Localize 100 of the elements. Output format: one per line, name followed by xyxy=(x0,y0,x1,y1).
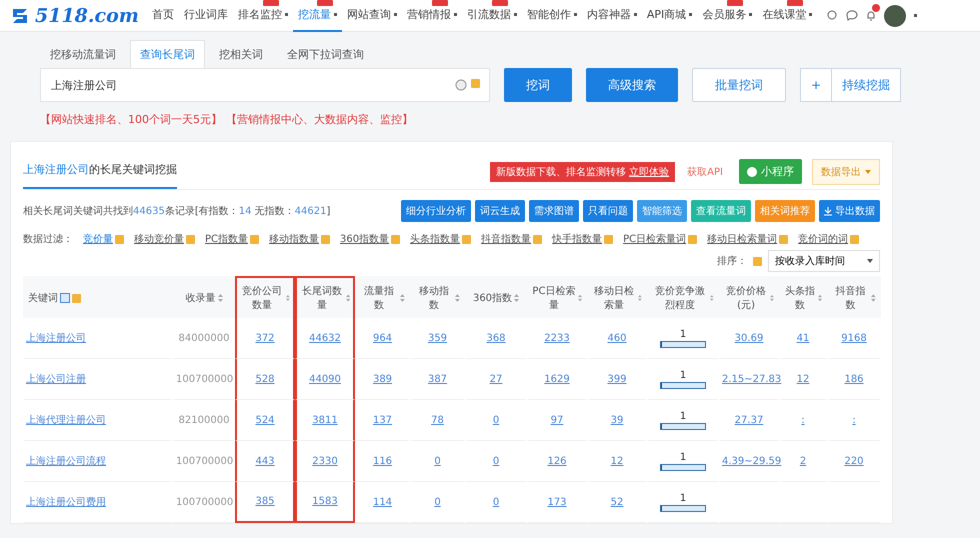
filter-link[interactable]: 竞价量 xyxy=(83,232,124,246)
continue-mining-button[interactable]: 持续挖掘 xyxy=(831,69,900,101)
value-link[interactable]: 186 xyxy=(844,374,864,384)
value-link[interactable]: 78 xyxy=(431,414,444,426)
filter-link[interactable]: 360指数量 xyxy=(340,232,400,246)
filter-link[interactable]: 头条指数量 xyxy=(410,232,472,246)
value-link[interactable]: 220 xyxy=(844,456,864,466)
value-link[interactable]: 0 xyxy=(492,496,500,508)
sort-icon[interactable] xyxy=(638,294,642,302)
value-link[interactable]: 372 xyxy=(255,332,275,344)
value-link[interactable]: 460 xyxy=(607,332,627,344)
value-link[interactable]: 4.39~29.59 xyxy=(722,456,782,466)
sort-icon[interactable] xyxy=(346,294,350,302)
value-link[interactable]: 0 xyxy=(492,456,500,466)
value-link[interactable]: 97 xyxy=(550,414,564,426)
value-link[interactable]: 1583 xyxy=(312,496,338,507)
bell-icon[interactable] xyxy=(866,10,876,21)
search-tab[interactable]: 查询长尾词 xyxy=(130,40,205,68)
filter-link[interactable]: 移动日检索量词 xyxy=(707,232,788,246)
value-link[interactable]: 12 xyxy=(610,456,624,466)
nav-item[interactable]: 智能创作 xyxy=(522,0,582,32)
nav-item[interactable]: 网站查询 xyxy=(342,0,402,32)
action-button[interactable]: 细分行业分析 xyxy=(401,200,471,222)
column-header[interactable]: 收录量 xyxy=(186,291,216,305)
sort-icon[interactable] xyxy=(286,294,290,302)
nav-item[interactable]: 在线课堂 xyxy=(757,0,818,32)
value-link[interactable]: 52 xyxy=(610,496,624,508)
keyword-link[interactable]: 上海公司注册 xyxy=(26,372,86,386)
sort-icon[interactable] xyxy=(514,294,520,302)
action-button[interactable]: 智能筛选 xyxy=(637,200,687,222)
sort-icon[interactable] xyxy=(770,294,774,302)
filter-link[interactable]: 移动指数量 xyxy=(269,232,330,246)
value-link[interactable]: 2.15~27.83 xyxy=(722,374,782,384)
value-link[interactable]: 39 xyxy=(610,414,624,426)
sort-icon[interactable] xyxy=(871,294,876,302)
value-link[interactable]: 2233 xyxy=(544,332,570,344)
nav-item[interactable]: API商城 xyxy=(642,0,698,32)
api-link[interactable]: 获取API xyxy=(687,164,723,178)
copy-icon[interactable] xyxy=(60,293,70,303)
nav-item[interactable]: 首页 xyxy=(146,0,179,32)
action-button[interactable]: 导出数据 xyxy=(819,200,880,222)
value-link[interactable]: 389 xyxy=(372,374,392,384)
value-link[interactable]: 3811 xyxy=(312,414,338,426)
keyword-link[interactable]: 上海注册公司流程 xyxy=(26,454,106,468)
value-link[interactable]: 368 xyxy=(486,332,506,344)
nav-item[interactable]: 排名监控 xyxy=(232,0,293,32)
nav-item[interactable]: 会员服务 xyxy=(697,0,758,32)
value-link[interactable]: 27.37 xyxy=(734,414,764,426)
value-link[interactable]: 0 xyxy=(434,456,441,466)
sort-icon[interactable] xyxy=(710,294,714,302)
filter-link[interactable]: PC日检索量词 xyxy=(623,232,698,246)
nav-item[interactable]: 引流数据 xyxy=(462,0,522,32)
value-link[interactable]: 30.69 xyxy=(734,332,764,344)
value-link[interactable]: 0 xyxy=(492,414,500,426)
promo-link[interactable]: 【网站快速排名、100个词一天5元】 xyxy=(40,112,222,127)
nav-item[interactable]: 行业词库 xyxy=(178,0,233,32)
search-tab[interactable]: 挖移动流量词 xyxy=(40,40,126,68)
notice-link[interactable]: 立即体验 xyxy=(629,166,670,178)
value-link[interactable]: : xyxy=(801,414,805,426)
keyword-link[interactable]: 上海注册公司费用 xyxy=(26,495,106,509)
value-link[interactable]: 385 xyxy=(255,496,275,507)
value-link[interactable]: 443 xyxy=(255,456,275,466)
value-link[interactable]: 524 xyxy=(255,414,275,426)
filter-link[interactable]: 移动竞价量 xyxy=(134,232,195,246)
search-tab[interactable]: 挖相关词 xyxy=(209,40,273,68)
keyword-link[interactable]: 上海注册公司 xyxy=(26,331,86,345)
nav-item[interactable]: 内容神器 xyxy=(582,0,642,32)
action-button[interactable]: 只看问题 xyxy=(583,200,633,222)
value-link[interactable]: 528 xyxy=(255,374,275,384)
action-button[interactable]: 需求图谱 xyxy=(529,200,579,222)
value-link[interactable]: 2 xyxy=(800,456,806,466)
search-button[interactable]: 挖词 xyxy=(504,68,572,102)
search-field[interactable]: 上海注册公司 xyxy=(40,68,490,102)
search-button[interactable]: 批量挖词 xyxy=(692,68,786,102)
value-link[interactable]: 387 xyxy=(428,374,448,384)
value-link[interactable]: 173 xyxy=(547,496,567,508)
value-link[interactable]: 116 xyxy=(372,456,392,466)
value-link[interactable]: 2330 xyxy=(312,456,338,466)
value-link[interactable]: 27 xyxy=(490,374,502,384)
value-link[interactable]: 964 xyxy=(372,332,392,344)
sort-icon[interactable] xyxy=(818,294,822,302)
mini-program-button[interactable]: 小程序 xyxy=(739,159,802,184)
value-link[interactable]: 44090 xyxy=(309,374,341,384)
value-link[interactable]: 9168 xyxy=(841,332,867,344)
sort-icon[interactable] xyxy=(218,294,222,302)
value-link[interactable]: : xyxy=(852,414,856,426)
value-link[interactable]: 359 xyxy=(428,332,448,344)
sort-icon[interactable] xyxy=(455,294,460,302)
logo-text[interactable]: 5118.com xyxy=(35,4,139,26)
value-link[interactable]: 12 xyxy=(796,374,810,384)
nav-item[interactable]: 营销情报 xyxy=(402,0,462,32)
value-link[interactable]: 44632 xyxy=(309,332,341,344)
action-button[interactable]: 查看流量词 xyxy=(691,200,751,222)
promo-link[interactable]: 【营销情报中心、大数据内容、监控】 xyxy=(226,112,413,127)
sort-select[interactable]: 按收录入库时间 xyxy=(768,250,880,272)
value-link[interactable]: 137 xyxy=(372,414,392,426)
add-button[interactable]: + xyxy=(801,69,832,101)
sort-icon[interactable] xyxy=(578,294,582,302)
export-dropdown[interactable]: 数据导出 xyxy=(812,158,880,184)
filter-link[interactable]: 快手指数量 xyxy=(552,232,614,246)
